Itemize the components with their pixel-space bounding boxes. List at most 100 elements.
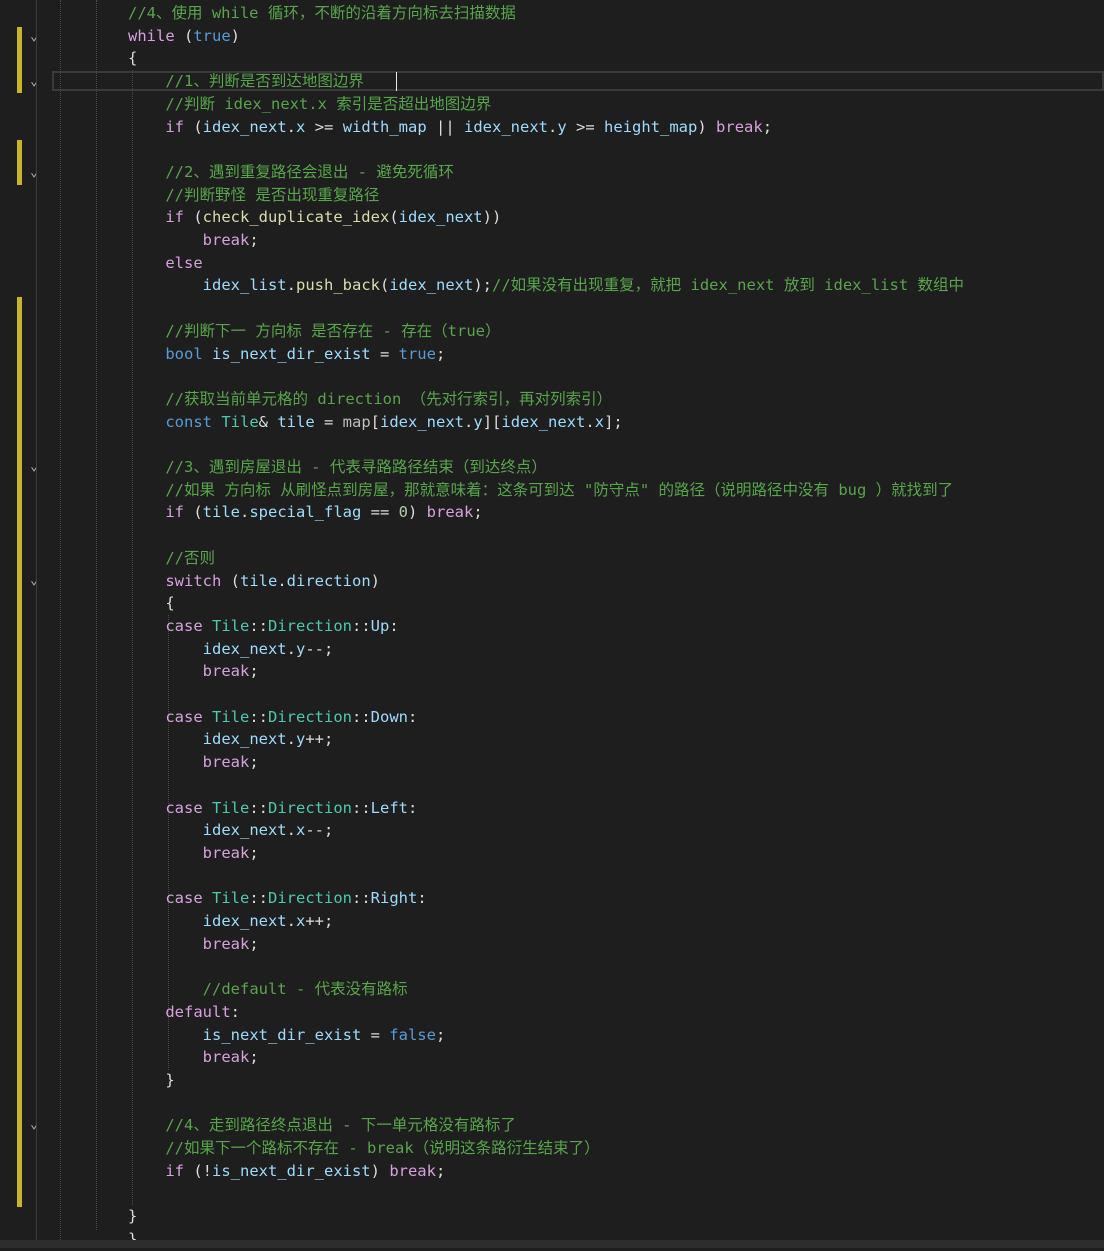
code-token: ::	[249, 798, 268, 817]
code-line[interactable]	[0, 1092, 1104, 1115]
code-token: Up	[370, 616, 390, 635]
code-line[interactable]: //判断野怪 是否出现重复路径	[0, 184, 1104, 207]
code-line[interactable]: case Tile::Direction::Down:	[0, 706, 1104, 729]
code-token: //判断野怪 是否出现重复路径	[128, 185, 380, 204]
code-line[interactable]: //4、走到路径终点退出 - 下一单元格没有路标了	[0, 1114, 1104, 1137]
code-line[interactable]: //3、遇到房屋退出 - 代表寻路路径结束（到达终点）	[0, 456, 1104, 479]
code-line[interactable]: case Tile::Direction::Left:	[0, 797, 1104, 820]
code-token: ++;	[305, 730, 334, 749]
code-line[interactable]: //如果下一个路标不存在 - break（说明这条路衍生结束了）	[0, 1137, 1104, 1160]
code-line[interactable]: //2、遇到重复路径会退出 - 避免死循环	[0, 161, 1104, 184]
code-line[interactable]: idex_next.x--;	[0, 819, 1104, 842]
code-line[interactable]: idex_next.y--;	[0, 638, 1104, 661]
code-token: =	[314, 412, 343, 431]
code-line[interactable]	[0, 524, 1104, 547]
code-line[interactable]: {	[0, 47, 1104, 70]
code-line[interactable]: is_next_dir_exist = false;	[0, 1024, 1104, 1047]
code-line[interactable]: //4、使用 while 循环，不断的沿着方向标去扫描数据	[0, 2, 1104, 25]
code-line[interactable]	[0, 365, 1104, 388]
code-line[interactable]: break;	[0, 933, 1104, 956]
code-line[interactable]: {	[0, 592, 1104, 615]
code-token: case	[128, 798, 203, 817]
code-line[interactable]	[0, 138, 1104, 161]
code-token: =	[361, 1025, 390, 1044]
code-token: special_flag	[249, 503, 362, 522]
code-token: check_duplicate_idex	[202, 208, 390, 227]
code-line[interactable]: }	[0, 1205, 1104, 1228]
code-token: idex_next	[389, 276, 474, 295]
code-token: .	[286, 912, 296, 930]
code-line[interactable]	[0, 433, 1104, 456]
code-token: Right	[370, 889, 418, 908]
code-line[interactable]	[0, 683, 1104, 706]
code-line[interactable]: if (idex_next.x >= width_map || idex_nex…	[0, 116, 1104, 139]
code-line[interactable]: //1、判断是否到达地图边界	[0, 70, 1104, 93]
code-line[interactable]: //判断下一 方向标 是否存在 - 存在（true）	[0, 320, 1104, 343]
code-token: :	[408, 707, 418, 726]
code-line[interactable]: break;	[0, 842, 1104, 865]
code-token: else	[128, 253, 203, 272]
code-line[interactable]	[0, 1182, 1104, 1205]
code-line[interactable]: break;	[0, 660, 1104, 683]
code-token: (	[184, 503, 203, 522]
code-line[interactable]: case Tile::Direction::Up:	[0, 615, 1104, 638]
code-token: idex_next	[380, 412, 465, 431]
code-token: .	[286, 117, 297, 136]
code-token: case	[128, 707, 203, 726]
code-line[interactable]	[0, 955, 1104, 978]
code-line[interactable]: const Tile& tile = map[idex_next.y][idex…	[0, 411, 1104, 434]
code-token: Tile	[212, 707, 250, 726]
code-line[interactable]: idex_next.x++;	[0, 910, 1104, 933]
code-token: ::	[249, 707, 268, 726]
code-line[interactable]: idex_next.y++;	[0, 728, 1104, 751]
code-token: tile	[202, 503, 240, 522]
code-token: ::	[249, 889, 268, 908]
code-token: if	[128, 208, 184, 227]
code-token: [	[370, 412, 381, 431]
code-line[interactable]	[0, 774, 1104, 797]
code-token: //判断下一 方向标 是否存在 - 存在（true）	[128, 321, 501, 340]
code-token: break	[716, 117, 763, 136]
code-line[interactable]: switch (tile.direction)	[0, 570, 1104, 593]
code-line[interactable]: bool is_next_dir_exist = true;	[0, 343, 1104, 366]
code-line[interactable]: break;	[0, 229, 1104, 252]
code-line[interactable]: //default - 代表没有路标	[0, 978, 1104, 1001]
code-token: --;	[305, 639, 334, 658]
code-token: idex_next	[464, 117, 549, 136]
code-line[interactable]: case Tile::Direction::Right:	[0, 887, 1104, 910]
code-token: ;	[249, 753, 259, 772]
code-line[interactable]	[0, 865, 1104, 888]
code-token: ::	[352, 707, 371, 726]
code-token: direction	[286, 571, 371, 590]
code-line[interactable]: //判断 idex_next.x 索引是否超出地图边界	[0, 93, 1104, 116]
code-token: //如果下一个路标不存在 - break（说明这条路衍生结束了）	[128, 1139, 600, 1157]
code-token: .	[277, 571, 287, 590]
code-line[interactable]: //否则	[0, 547, 1104, 570]
code-token: y	[296, 639, 306, 658]
code-line[interactable]: while (true)	[0, 25, 1104, 48]
code-line[interactable]: default:	[0, 1001, 1104, 1024]
code-token: Tile	[212, 798, 250, 817]
code-line[interactable]: idex_list.push_back(idex_next);//如果没有出现重…	[0, 274, 1104, 297]
code-line[interactable]: break;	[0, 1046, 1104, 1069]
code-editor[interactable]: ⌄ ⌄ ⌄ ⌄ ⌄ ⌄ //4、使用 while 循环，不断的沿着方向标去扫描数…	[0, 0, 1104, 1248]
code-line[interactable]: }	[0, 1069, 1104, 1092]
code-line[interactable]: if (tile.special_flag == 0) break;	[0, 501, 1104, 524]
code-token: (!	[184, 1161, 212, 1180]
code-line[interactable]: //获取当前单元格的 direction （先对行索引，再对列索引）	[0, 388, 1104, 411]
code-line[interactable]	[0, 297, 1104, 320]
code-token: }	[128, 1070, 175, 1089]
code-line[interactable]: else	[0, 252, 1104, 275]
code-line[interactable]: //如果 方向标 从刷怪点到房屋，那就意味着：这条可到达 "防守点" 的路径（说…	[0, 479, 1104, 502]
code-token: (	[380, 276, 390, 295]
code-token: ==	[361, 503, 399, 522]
code-token: break	[426, 503, 474, 522]
code-line[interactable]: if (!is_next_dir_exist) break;	[0, 1160, 1104, 1183]
code-token: (	[221, 571, 240, 590]
code-line[interactable]: break;	[0, 751, 1104, 774]
code-line[interactable]: if (check_duplicate_idex(idex_next))	[0, 206, 1104, 229]
